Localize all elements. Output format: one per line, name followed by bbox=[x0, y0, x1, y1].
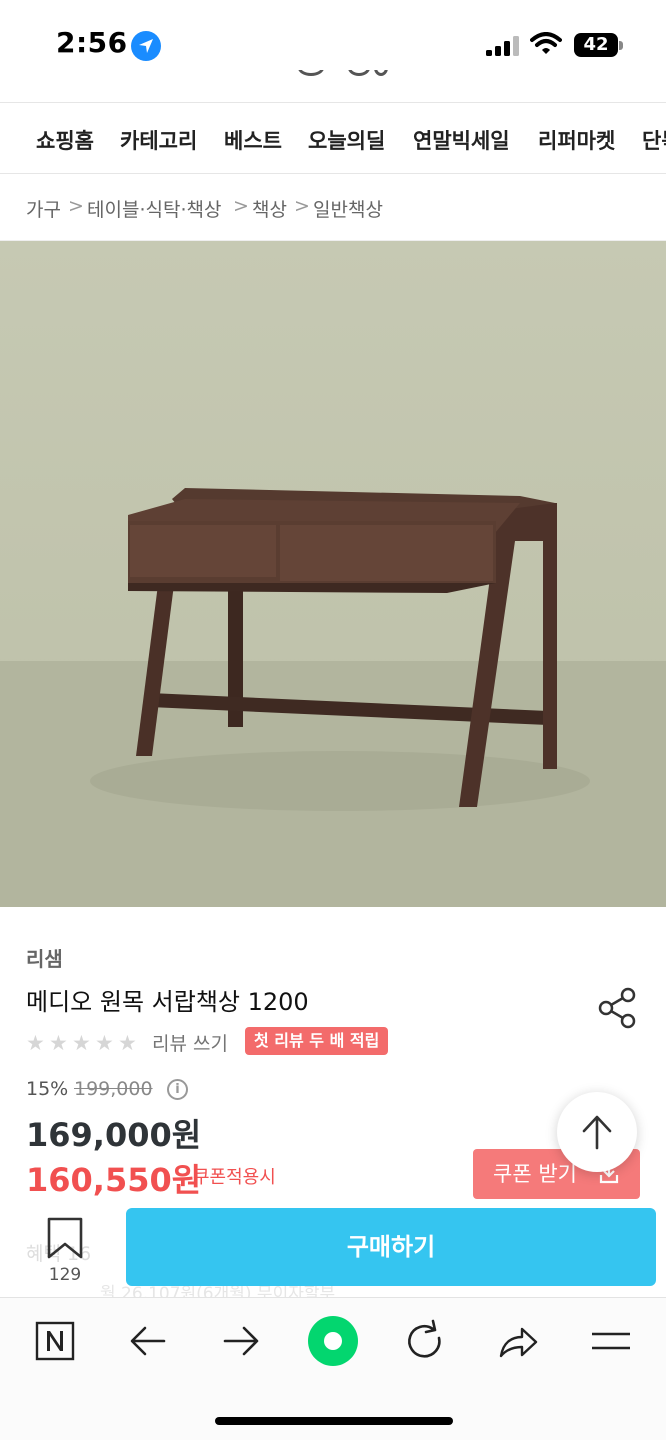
nav-item-refurb-market[interactable]: 리퍼마켓 bbox=[538, 125, 615, 155]
reload-button[interactable] bbox=[400, 1316, 450, 1366]
brand-name[interactable]: 리샘 bbox=[26, 943, 63, 972]
breadcrumb-table-desk[interactable]: 테이블·식탁·책상 bbox=[87, 195, 221, 222]
status-time: 2:56 bbox=[56, 26, 128, 59]
coupon-note: 쿠폰적용시 bbox=[193, 1167, 276, 1188]
share-page-button[interactable] bbox=[493, 1316, 543, 1366]
naver-home-button[interactable] bbox=[30, 1316, 80, 1366]
arrow-right-icon bbox=[223, 1326, 259, 1356]
coupon-price: 160,550원 bbox=[26, 1161, 202, 1199]
star-icon: ★ bbox=[118, 1031, 137, 1055]
menu-button[interactable] bbox=[587, 1316, 637, 1366]
nav-item-todays-deal[interactable]: 오늘의딜 bbox=[308, 125, 385, 155]
nav-item-shopping-home[interactable]: 쇼핑홈 bbox=[36, 125, 94, 155]
naver-n-icon bbox=[35, 1321, 75, 1361]
site-logo[interactable] bbox=[296, 70, 396, 82]
breadcrumb-separator: > bbox=[294, 195, 310, 217]
status-bar: 2:56 42 bbox=[0, 0, 666, 90]
location-arrow-icon bbox=[131, 31, 161, 61]
green-dot-button[interactable] bbox=[308, 1316, 358, 1366]
product-image[interactable] bbox=[0, 241, 666, 907]
hamburger-menu-icon bbox=[592, 1332, 630, 1350]
arrow-up-icon bbox=[582, 1115, 612, 1150]
breadcrumb-furniture[interactable]: 가구 bbox=[26, 195, 61, 222]
info-icon[interactable]: i bbox=[167, 1079, 188, 1100]
get-coupon-label: 쿠폰 받기 bbox=[493, 1162, 577, 1186]
nav-item-exclusive[interactable]: 단독 bbox=[642, 125, 666, 155]
wifi-icon bbox=[530, 32, 562, 54]
discount-rate: 15% bbox=[26, 1078, 69, 1100]
share-arrow-icon bbox=[499, 1327, 538, 1358]
buy-button[interactable]: 구매하기 bbox=[126, 1208, 656, 1286]
bookmark-button[interactable]: 129 bbox=[36, 1215, 94, 1291]
breadcrumb-desk[interactable]: 책상 bbox=[252, 195, 287, 222]
category-nav: 쇼핑홈 카테고리 베스트 오늘의딜 연말빅세일 리퍼마켓 단독 bbox=[0, 102, 666, 174]
write-review-link[interactable]: 리뷰 쓰기 bbox=[152, 1029, 228, 1056]
share-icon[interactable] bbox=[598, 987, 638, 1029]
nav-item-year-end-sale[interactable]: 연말빅세일 bbox=[413, 125, 510, 155]
nav-item-category[interactable]: 카테고리 bbox=[120, 125, 197, 155]
scroll-to-top-button[interactable] bbox=[557, 1092, 637, 1172]
breadcrumb-separator: > bbox=[68, 195, 84, 217]
star-icon: ★ bbox=[26, 1031, 45, 1055]
review-reward-badge: 첫 리뷰 두 배 적립 bbox=[245, 1027, 389, 1055]
arrow-left-icon bbox=[130, 1326, 166, 1356]
green-dot-icon bbox=[308, 1316, 358, 1366]
star-icon: ★ bbox=[72, 1031, 91, 1055]
bookmark-count: 129 bbox=[48, 1265, 82, 1285]
breadcrumb-general-desk[interactable]: 일반책상 bbox=[313, 195, 383, 222]
breadcrumb-separator: > bbox=[233, 195, 249, 217]
forward-button[interactable] bbox=[216, 1316, 266, 1366]
star-icon: ★ bbox=[49, 1031, 68, 1055]
bookmark-icon bbox=[47, 1217, 83, 1259]
star-icon: ★ bbox=[95, 1031, 114, 1055]
home-indicator[interactable] bbox=[215, 1417, 453, 1425]
sale-price: 169,000원 bbox=[26, 1116, 202, 1154]
cellular-signal-icon bbox=[486, 36, 520, 56]
reload-icon bbox=[408, 1319, 441, 1358]
original-price: 199,000 bbox=[74, 1078, 153, 1100]
battery-indicator: 42 bbox=[574, 33, 618, 57]
breadcrumb: 가구 > 테이블·식탁·책상 > 책상 > 일반책상 bbox=[0, 174, 666, 241]
product-title: 메디오 원목 서랍책상 1200 bbox=[26, 988, 309, 1016]
battery-cap bbox=[619, 41, 623, 50]
nav-item-best[interactable]: 베스트 bbox=[224, 125, 282, 155]
back-button[interactable] bbox=[123, 1316, 173, 1366]
browser-toolbar bbox=[0, 1297, 666, 1440]
